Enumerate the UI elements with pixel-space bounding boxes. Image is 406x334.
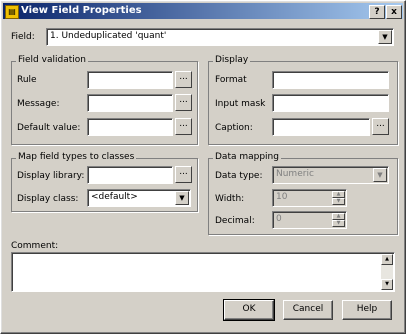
cancel-button[interactable]: Cancel [283, 300, 333, 320]
title-bar[interactable]: ▤ View Field Properties ? x [3, 3, 403, 19]
help-button[interactable]: Help [342, 300, 392, 320]
message-browse-button[interactable]: ... [175, 94, 192, 111]
default-value-label: Default value: [17, 123, 81, 133]
caption-input[interactable] [272, 118, 370, 136]
chevron-down-icon[interactable]: ▼ [378, 30, 392, 44]
scroll-down-icon[interactable]: ▼ [381, 279, 393, 290]
spin-up-icon[interactable]: ▲ [332, 191, 345, 198]
help-title-button[interactable]: ? [369, 5, 385, 19]
display-title: Display [213, 55, 251, 65]
format-label: Format [215, 75, 247, 85]
decimal-label: Decimal: [215, 216, 255, 226]
rule-browse-button[interactable]: ... [175, 71, 192, 88]
chevron-down-icon[interactable]: ▼ [373, 168, 387, 182]
dialog-window: ▤ View Field Properties ? x Field: 1. Un… [0, 0, 406, 334]
chevron-down-icon[interactable]: ▼ [175, 191, 189, 205]
comment-label: Comment: [11, 241, 59, 251]
width-stepper[interactable]: 10 ▲ ▼ [272, 189, 347, 207]
spin-down-icon[interactable]: ▼ [332, 220, 345, 227]
data-type-label: Data type: [215, 171, 263, 181]
display-class-select[interactable]: <default> ▼ [87, 189, 191, 207]
width-label: Width: [215, 194, 245, 204]
default-value-browse-button[interactable]: ... [175, 118, 192, 135]
data-mapping-title: Data mapping [213, 152, 281, 162]
data-type-select[interactable]: Numeric ▼ [272, 166, 389, 184]
rule-label: Rule [17, 75, 37, 85]
message-input[interactable] [87, 94, 173, 112]
input-mask-input[interactable] [272, 94, 389, 112]
width-value: 10 [276, 192, 288, 202]
field-select-value: 1. Undeduplicated 'quant' [50, 31, 167, 41]
comment-scrollbar[interactable]: ▲ ▼ [381, 254, 393, 290]
data-type-value: Numeric [276, 169, 314, 179]
display-library-input[interactable] [87, 166, 173, 184]
decimal-stepper[interactable]: 0 ▲ ▼ [272, 211, 347, 229]
scroll-up-icon[interactable]: ▲ [381, 254, 393, 265]
field-select[interactable]: 1. Undeduplicated 'quant' ▼ [46, 28, 394, 46]
display-library-browse-button[interactable]: ... [175, 166, 192, 183]
map-field-types-title: Map field types to classes [16, 152, 137, 162]
display-class-value: <default> [91, 192, 138, 202]
default-value-input[interactable] [87, 118, 173, 136]
display-class-label: Display class: [17, 194, 79, 204]
display-library-label: Display library: [17, 171, 85, 181]
close-button[interactable]: x [386, 5, 402, 19]
rule-input[interactable] [87, 71, 173, 89]
spin-up-icon[interactable]: ▲ [332, 213, 345, 220]
field-label: Field: [11, 32, 35, 42]
comment-textarea[interactable]: ▲ ▼ [11, 252, 395, 292]
ok-button[interactable]: OK [223, 299, 275, 321]
format-input[interactable] [272, 71, 389, 89]
message-label: Message: [17, 99, 60, 109]
field-validation-title: Field validation [16, 55, 88, 65]
window-title: View Field Properties [21, 5, 142, 16]
caption-browse-button[interactable]: ... [372, 118, 389, 135]
caption-label: Caption: [215, 123, 253, 133]
decimal-value: 0 [276, 214, 282, 224]
app-icon: ▤ [5, 5, 19, 19]
input-mask-label: Input mask [215, 99, 266, 109]
spin-down-icon[interactable]: ▼ [332, 198, 345, 205]
